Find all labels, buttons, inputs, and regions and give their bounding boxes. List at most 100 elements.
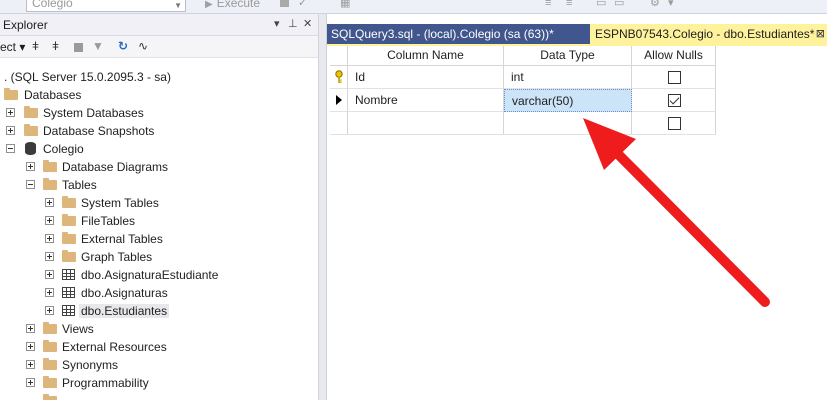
folder-icon (43, 394, 57, 400)
folder-icon (43, 376, 57, 388)
expand-icon[interactable] (45, 252, 54, 261)
table-row[interactable] (330, 112, 716, 135)
options-icon[interactable]: ⚙ (650, 0, 660, 10)
table-row[interactable]: Id int (330, 66, 716, 89)
cell-allow-nulls (632, 66, 716, 89)
table-row[interactable]: Nombre varchar(50) (330, 89, 716, 112)
collapse-icon[interactable] (26, 180, 35, 189)
grid-corner-header (330, 46, 348, 66)
tree-node-databases[interactable]: Databases (0, 86, 318, 104)
tree-node-partial[interactable] (0, 392, 318, 400)
filter-icon[interactable]: ▼ (92, 39, 104, 53)
column-header-data-type: Data Type (504, 46, 632, 66)
uncomment-icon[interactable]: ▭ (614, 0, 624, 10)
tree-node-label: Databases (24, 88, 82, 102)
activity-monitor-icon[interactable]: ∿ (138, 39, 148, 53)
align-left-icon[interactable]: ≡ (545, 0, 551, 10)
tree-node-synonyms[interactable]: Synonyms (0, 356, 318, 374)
expand-icon[interactable] (45, 216, 54, 225)
tree-node-system-databases[interactable]: System Databases (0, 104, 318, 122)
tree-node-views[interactable]: Views (0, 320, 318, 338)
tree-node-label: Views (62, 322, 94, 336)
row-selector[interactable] (330, 66, 348, 89)
expand-icon[interactable] (45, 270, 54, 279)
disconnect-plug-icon[interactable]: ǂ (52, 39, 59, 53)
tree-node-label: System Databases (43, 106, 144, 120)
execute-label: Execute (216, 0, 261, 10)
expand-icon[interactable] (6, 108, 15, 117)
expand-icon[interactable] (45, 306, 54, 315)
allow-nulls-checkbox[interactable] (668, 71, 681, 84)
expand-icon[interactable] (26, 324, 35, 333)
cell-column-name[interactable]: Id (348, 66, 504, 89)
refresh-icon[interactable]: ↻ (118, 39, 128, 53)
table-icon (62, 287, 75, 298)
expand-icon[interactable] (45, 198, 54, 207)
cell-data-type[interactable] (504, 112, 632, 135)
tree-node-external-tables[interactable]: External Tables (0, 230, 318, 248)
results-grid-icon[interactable]: ▦ (340, 0, 350, 10)
folder-icon (43, 358, 57, 370)
database-combo[interactable]: Colegio ▼ (26, 0, 186, 12)
cell-column-name[interactable] (348, 112, 504, 135)
folder-icon (43, 340, 57, 352)
stop-icon[interactable] (280, 0, 289, 7)
window-position-dropdown-icon[interactable]: ▾ (274, 17, 280, 31)
tree-node-graph-tables[interactable]: Graph Tables (0, 248, 318, 266)
check-icon[interactable]: ✓ (298, 0, 307, 10)
expand-icon[interactable] (26, 162, 35, 171)
close-icon[interactable]: ✕ (303, 17, 312, 31)
table-icon (62, 305, 75, 316)
expand-icon[interactable] (45, 234, 54, 243)
tree-node-label: Graph Tables (81, 250, 153, 264)
folder-icon (62, 250, 76, 262)
tree-node-label: Tables (62, 178, 97, 192)
cell-column-name[interactable]: Nombre (348, 89, 504, 112)
close-tab-icon[interactable]: ⊠ (816, 24, 825, 44)
stop-icon[interactable] (74, 43, 83, 52)
tree-node-server[interactable]: . (SQL Server 15.0.2095.3 - sa) (0, 68, 318, 86)
table-icon (62, 269, 75, 280)
allow-nulls-checkbox[interactable] (668, 94, 681, 107)
expand-icon[interactable] (26, 378, 35, 387)
tree-node-label: External Resources (62, 340, 167, 354)
collapse-icon[interactable] (6, 144, 15, 153)
connect-plug-icon[interactable]: ǂ (32, 39, 39, 53)
column-header-column-name: Column Name (348, 46, 504, 66)
expand-icon[interactable] (6, 126, 15, 135)
comment-icon[interactable]: ▭ (596, 0, 606, 10)
tab-sqlquery3[interactable]: SQLQuery3.sql - (local).Colegio (sa (63)… (327, 24, 590, 44)
panel-splitter[interactable] (318, 14, 327, 400)
overflow-icon[interactable]: ▾ (668, 0, 674, 10)
expand-icon[interactable] (26, 342, 35, 351)
tree-node-table-estudiantes[interactable]: dbo.Estudiantes (0, 302, 318, 320)
tree-node-database-snapshots[interactable]: Database Snapshots (0, 122, 318, 140)
folder-icon (4, 88, 18, 100)
tree-node-external-resources[interactable]: External Resources (0, 338, 318, 356)
expand-icon[interactable] (26, 360, 35, 369)
tree-node-database-diagrams[interactable]: Database Diagrams (0, 158, 318, 176)
connect-button[interactable]: ect ▾ (0, 40, 25, 54)
tree-node-filetables[interactable]: FileTables (0, 212, 318, 230)
object-explorer-panel: Explorer ▾ ⊥ ✕ ect ▾ ǂ ǂ ▼ ↻ ∿ . (SQL Se… (0, 14, 318, 400)
folder-icon (43, 160, 57, 172)
row-selector[interactable] (330, 89, 348, 112)
tree-node-label: dbo.Estudiantes (79, 304, 170, 318)
tree-node-table-asignatura-estudiante[interactable]: dbo.AsignaturaEstudiante (0, 266, 318, 284)
object-explorer-title: Explorer (3, 18, 48, 32)
tree-node-tables[interactable]: Tables (0, 176, 318, 194)
expand-icon[interactable] (45, 288, 54, 297)
align-right-icon[interactable]: ≡ (566, 0, 572, 10)
tab-table-designer[interactable]: ESPNB07543.Colegio - dbo.Estudiantes* ⊠ (590, 24, 827, 44)
folder-icon (62, 214, 76, 226)
pin-icon[interactable]: ⊥ (288, 17, 298, 31)
tree-node-programmability[interactable]: Programmability (0, 374, 318, 392)
tree-node-colegio[interactable]: Colegio (0, 140, 318, 158)
cell-data-type-active[interactable]: varchar(50) (504, 89, 632, 112)
row-selector[interactable] (330, 112, 348, 135)
allow-nulls-checkbox[interactable] (668, 117, 681, 130)
tree-node-system-tables[interactable]: System Tables (0, 194, 318, 212)
cell-data-type[interactable]: int (504, 66, 632, 89)
execute-button[interactable]: ▶ Execute (205, 0, 260, 10)
tree-node-table-asignaturas[interactable]: dbo.Asignaturas (0, 284, 318, 302)
